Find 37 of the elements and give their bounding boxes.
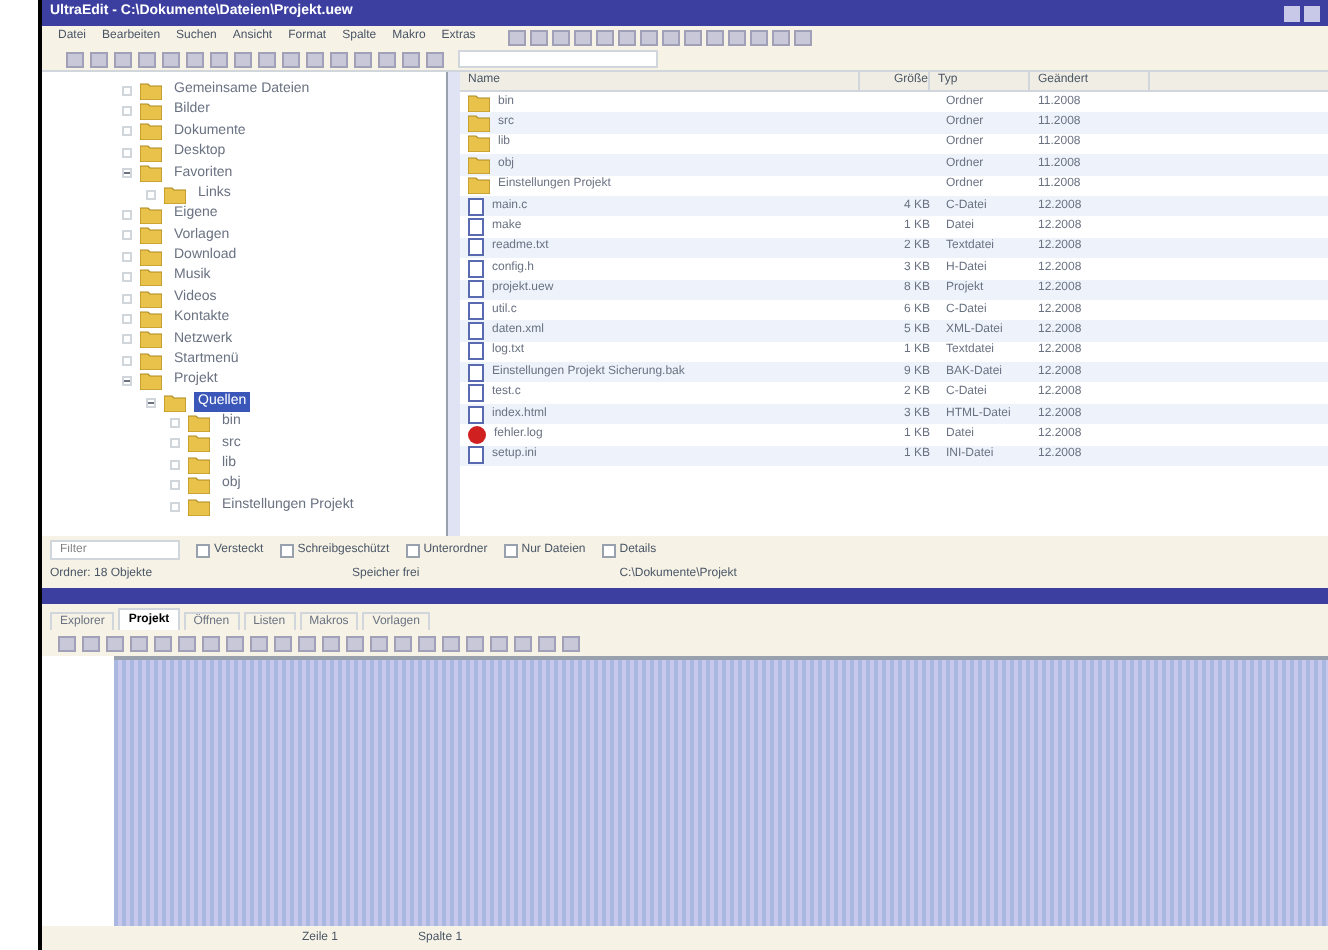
folder-icon bbox=[140, 81, 162, 100]
folder-icon bbox=[164, 185, 186, 204]
folder-icon bbox=[140, 143, 162, 162]
checkbox[interactable] bbox=[196, 543, 210, 557]
checkbox[interactable] bbox=[601, 543, 616, 557]
folder-icon bbox=[140, 268, 162, 287]
folder-icon bbox=[140, 330, 162, 349]
folder-icon bbox=[468, 114, 490, 133]
editor-area[interactable] bbox=[114, 656, 1328, 926]
folder-icon bbox=[140, 226, 162, 245]
folder-icon bbox=[188, 497, 210, 515]
folder-icon bbox=[140, 351, 162, 370]
checkbox[interactable] bbox=[503, 543, 518, 557]
folder-icon bbox=[140, 309, 162, 328]
folder-icon bbox=[468, 155, 490, 174]
maximize-button[interactable] bbox=[1284, 5, 1300, 21]
folder-icon bbox=[140, 206, 162, 225]
folder-icon bbox=[188, 434, 210, 453]
checkbox[interactable] bbox=[405, 543, 420, 557]
error-icon bbox=[468, 425, 486, 444]
file-icon bbox=[468, 446, 484, 465]
close-button[interactable] bbox=[1304, 5, 1320, 21]
folder-icon bbox=[140, 289, 162, 308]
folder-icon bbox=[188, 413, 210, 432]
checkbox[interactable] bbox=[279, 543, 294, 557]
expander-icon[interactable] bbox=[122, 376, 132, 387]
folder-icon bbox=[188, 455, 210, 474]
open-folder-icon bbox=[140, 372, 162, 391]
folder-icon bbox=[188, 476, 210, 495]
open-folder-icon bbox=[140, 164, 162, 183]
open-folder-icon bbox=[164, 393, 186, 412]
folder-icon bbox=[140, 102, 162, 121]
folder-icon bbox=[140, 122, 162, 141]
expander-icon[interactable] bbox=[122, 168, 132, 179]
path-field[interactable] bbox=[458, 50, 658, 68]
expander-icon[interactable] bbox=[146, 397, 156, 408]
folder-icon bbox=[140, 247, 162, 266]
